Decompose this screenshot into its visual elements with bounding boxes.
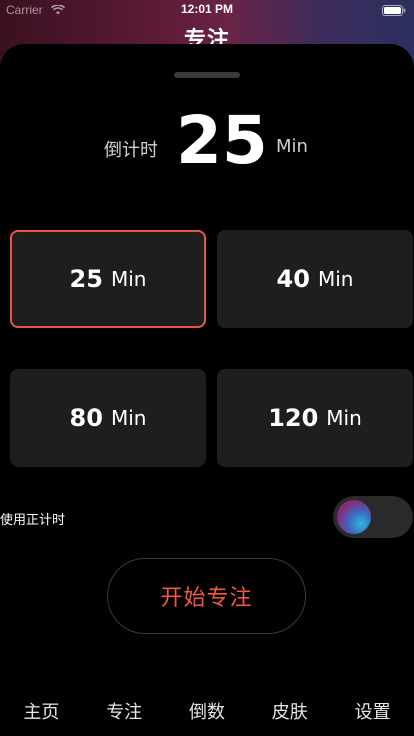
- status-bar: Carrier 12:01 PM: [0, 0, 414, 20]
- tab-focus[interactable]: 专注: [83, 698, 165, 724]
- tab-bar: 主页 专注 倒数 皮肤 设置: [0, 686, 414, 736]
- duration-value: 80: [69, 404, 103, 432]
- countdown-label: 倒计时: [104, 140, 158, 161]
- tab-countdown[interactable]: 倒数: [166, 698, 248, 724]
- duration-unit: Min: [110, 406, 147, 430]
- duration-option-80[interactable]: 80 Min: [10, 369, 206, 467]
- focus-sheet: 倒计时 25 Min 25 Min 40 Min 80 Min 120 Min …: [0, 44, 414, 736]
- start-focus-button[interactable]: 开始专注: [107, 558, 306, 634]
- duration-value: 120: [268, 404, 319, 432]
- tab-home[interactable]: 主页: [0, 698, 82, 724]
- duration-unit: Min: [326, 406, 362, 430]
- duration-option-40[interactable]: 40 Min: [217, 230, 413, 328]
- countdown-unit: Min: [276, 136, 308, 157]
- tab-settings[interactable]: 设置: [332, 698, 414, 724]
- duration-value: 25: [69, 265, 103, 293]
- duration-unit: Min: [317, 267, 354, 291]
- duration-unit: Min: [110, 267, 147, 291]
- battery-icon: [382, 5, 406, 16]
- duration-option-120[interactable]: 120 Min: [217, 369, 413, 467]
- sheet-grabber-handle[interactable]: [174, 72, 240, 78]
- countdown-value: 25: [176, 102, 268, 179]
- tab-skin[interactable]: 皮肤: [249, 698, 331, 724]
- focus-screen: Carrier 12:01 PM 专注 倒计时 25 Min 25 Min 40…: [0, 0, 414, 736]
- duration-option-25[interactable]: 25 Min: [10, 230, 206, 328]
- duration-value: 40: [276, 265, 310, 293]
- count-up-toggle[interactable]: [333, 496, 413, 538]
- count-up-toggle-label: 使用正计时: [0, 513, 66, 528]
- toggle-knob: [337, 500, 371, 534]
- status-time: 12:01 PM: [180, 2, 234, 16]
